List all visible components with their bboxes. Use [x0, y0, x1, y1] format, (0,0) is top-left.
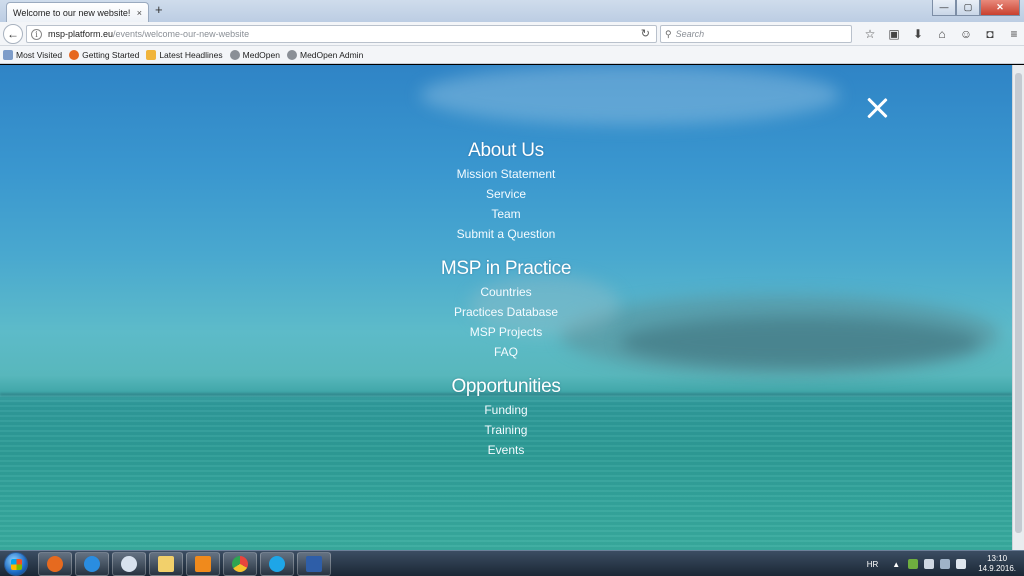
clock[interactable]: 13:10 14.9.2016. [978, 554, 1016, 574]
toolbar-icons: ☆ ▣ ⬇ ⌂ ☺ ◘ ≡ [858, 25, 1024, 43]
menu-link-practices-database[interactable]: Practices Database [356, 302, 656, 322]
bookmark-folder-icon [3, 49, 13, 60]
bookmark-label: Getting Started [82, 49, 140, 60]
new-tab-button[interactable]: + [155, 3, 163, 17]
start-button[interactable] [4, 552, 28, 576]
bookmark-label: Latest Headlines [159, 49, 223, 60]
download-icon[interactable]: ⬇ [906, 25, 930, 43]
info-icon[interactable]: i [31, 28, 42, 40]
search-input[interactable]: ⚲ Search [660, 25, 852, 43]
menu-icon[interactable]: ≡ [1002, 25, 1024, 43]
back-button[interactable]: ← [3, 24, 23, 44]
close-menu-icon[interactable] [866, 97, 888, 119]
bookmark-latest-headlines[interactable]: Latest Headlines [146, 49, 223, 60]
clipboard-icon[interactable]: ▣ [882, 25, 906, 43]
firefox-icon [69, 49, 80, 60]
internet-explorer-icon [84, 556, 100, 572]
globe-icon [286, 49, 297, 60]
media-player-icon [195, 556, 211, 572]
scrollbar-thumb[interactable] [1015, 73, 1022, 533]
search-icon: ⚲ [665, 28, 672, 39]
browser-tab[interactable]: Welcome to our new website! |... × [6, 2, 149, 22]
home-icon[interactable]: ⌂ [930, 25, 954, 43]
bookmark-label: MedOpen Admin [299, 49, 364, 60]
overlay-menu: About Us Mission Statement Service Team … [356, 138, 656, 472]
rss-folder-icon [146, 49, 157, 60]
menu-section-opportunities: Opportunities Funding Training Events [356, 374, 656, 460]
language-indicator[interactable]: HR [867, 560, 879, 569]
url-host: msp-platform.eu [48, 29, 114, 39]
menu-section-about: About Us Mission Statement Service Team … [356, 138, 656, 244]
menu-heading-about-us[interactable]: About Us [356, 138, 656, 164]
menu-link-msp-projects[interactable]: MSP Projects [356, 322, 656, 342]
tab-bar: Welcome to our new website! |... × + — ▢… [0, 0, 1024, 22]
bookmark-label: Most Visited [16, 49, 63, 60]
bookmark-medopen[interactable]: MedOpen [229, 49, 280, 60]
tray-expand-icon[interactable]: ▲ [892, 560, 900, 569]
reload-icon[interactable]: ↻ [641, 27, 650, 40]
pocket-icon[interactable]: ◘ [978, 25, 1002, 43]
url-path: /events/welcome-our-new-website [113, 29, 250, 39]
menu-section-msp-practice: MSP in Practice Countries Practices Data… [356, 256, 656, 362]
outlook-icon [121, 556, 137, 572]
system-tray: HR ▲ 13:10 14.9.2016. [867, 551, 1016, 576]
menu-heading-msp-in-practice[interactable]: MSP in Practice [356, 256, 656, 282]
taskbar-apps [38, 552, 334, 576]
menu-heading-opportunities[interactable]: Opportunities [356, 374, 656, 400]
bookmark-medopen-admin[interactable]: MedOpen Admin [286, 49, 364, 60]
bookmark-getting-started[interactable]: Getting Started [69, 49, 140, 60]
taskbar: HR ▲ 13:10 14.9.2016. [0, 550, 1024, 576]
taskbar-outlook[interactable] [112, 552, 146, 576]
taskbar-word[interactable] [297, 552, 331, 576]
clock-time: 13:10 [987, 554, 1008, 563]
menu-link-events[interactable]: Events [356, 440, 656, 460]
bookmark-most-visited[interactable]: Most Visited [3, 49, 63, 60]
taskbar-media-player[interactable] [186, 552, 220, 576]
tray-app-icon[interactable] [924, 559, 935, 569]
page-scrollbar[interactable] [1012, 65, 1024, 550]
menu-link-mission-statement[interactable]: Mission Statement [356, 164, 656, 184]
taskbar-chrome[interactable] [223, 552, 257, 576]
chrome-icon [232, 556, 248, 572]
tab-close-icon[interactable]: × [137, 8, 142, 18]
menu-link-countries[interactable]: Countries [356, 282, 656, 302]
folder-icon [158, 556, 174, 572]
taskbar-firefox[interactable] [38, 552, 72, 576]
clock-date: 14.9.2016. [978, 564, 1016, 573]
navigation-bar: ← i msp-platform.eu /events/welcome-our-… [0, 22, 1024, 46]
volume-icon[interactable] [956, 559, 967, 569]
menu-link-faq[interactable]: FAQ [356, 342, 656, 362]
firefox-icon [47, 556, 63, 572]
menu-link-training[interactable]: Training [356, 420, 656, 440]
menu-link-service[interactable]: Service [356, 184, 656, 204]
address-bar[interactable]: i msp-platform.eu /events/welcome-our-ne… [26, 25, 657, 43]
window-close-button[interactable]: ✕ [980, 0, 1020, 16]
background-cloud [620, 317, 980, 367]
maximize-button[interactable]: ▢ [956, 0, 980, 16]
chat-icon[interactable]: ☺ [954, 25, 978, 43]
menu-link-submit-question[interactable]: Submit a Question [356, 224, 656, 244]
search-placeholder: Search [675, 29, 705, 39]
taskbar-internet-explorer[interactable] [75, 552, 109, 576]
background-cloud [420, 65, 840, 125]
window-controls: — ▢ ✕ [932, 0, 1020, 16]
bookmark-label: MedOpen [242, 49, 280, 60]
menu-link-funding[interactable]: Funding [356, 400, 656, 420]
network-icon[interactable] [940, 559, 951, 569]
bookmarks-bar: Most Visited Getting Started Latest Head… [0, 46, 1024, 64]
taskbar-explorer[interactable] [149, 552, 183, 576]
tray-app-icon[interactable] [908, 559, 919, 569]
tab-title: Welcome to our new website! |... [13, 7, 133, 18]
word-icon [306, 556, 322, 572]
page-viewport: About Us Mission Statement Service Team … [0, 65, 1012, 550]
star-icon[interactable]: ☆ [858, 25, 882, 43]
skype-icon [269, 556, 285, 572]
taskbar-skype[interactable] [260, 552, 294, 576]
globe-icon [229, 49, 240, 60]
menu-link-team[interactable]: Team [356, 204, 656, 224]
minimize-button[interactable]: — [932, 0, 956, 16]
